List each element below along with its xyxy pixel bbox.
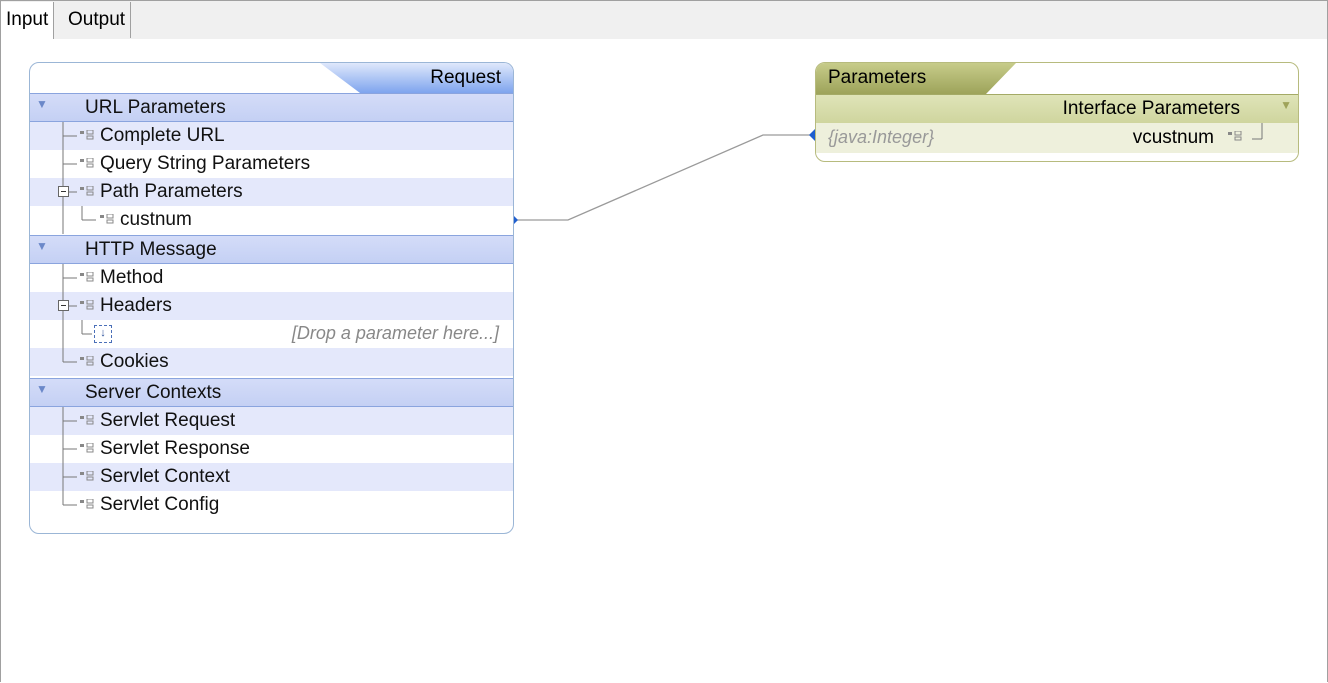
tree-item-query-string-parameters[interactable]: Query String Parameters — [30, 150, 513, 178]
tree-item-label: Complete URL — [100, 125, 225, 146]
node-icon — [80, 158, 94, 168]
tree-item-label: Path Parameters — [100, 181, 243, 202]
tree-item-headers[interactable]: Headers — [30, 292, 513, 320]
tree-item-label: Headers — [100, 295, 172, 316]
parameters-title: Parameters — [828, 67, 927, 88]
node-icon — [80, 499, 94, 509]
parameter-type: {java:Integer} — [828, 127, 935, 147]
request-panel[interactable]: Request ▼ URL Parameters Complete URL Qu… — [29, 62, 514, 534]
section-http-message[interactable]: ▼ HTTP Message — [30, 235, 513, 264]
collapse-arrow-icon[interactable]: ▼ — [36, 382, 48, 396]
tree-item-label: Servlet Request — [100, 410, 236, 431]
drop-target-row[interactable]: ↓ [Drop a parameter here...] — [30, 320, 513, 348]
node-icon — [80, 471, 94, 481]
parameter-name: vcustnum — [1132, 127, 1214, 148]
group-label: Interface Parameters — [1062, 98, 1240, 119]
parameters-panel[interactable]: Parameters Interface Parameters ▼ {java:… — [815, 62, 1299, 162]
collapse-arrow-icon[interactable]: ▼ — [1280, 98, 1292, 112]
tree-item-method[interactable]: Method — [30, 264, 513, 292]
request-title: Request — [430, 67, 501, 88]
tree-item-label: Servlet Config — [100, 494, 220, 515]
drop-hint: [Drop a parameter here...] — [291, 323, 499, 343]
section-label: URL Parameters — [85, 97, 226, 118]
node-icon — [80, 272, 94, 282]
tree-connector — [1252, 123, 1263, 140]
interface-parameters-group[interactable]: Interface Parameters ▼ — [816, 94, 1298, 124]
tree-item-label: Servlet Response — [100, 438, 250, 459]
section-label: Server Contexts — [85, 382, 222, 403]
tree-item-cookies[interactable]: Cookies — [30, 348, 513, 376]
tree-item-servlet-request[interactable]: Servlet Request — [30, 407, 513, 435]
tree-item-servlet-context[interactable]: Servlet Context — [30, 463, 513, 491]
section-label: HTTP Message — [85, 239, 217, 260]
node-icon — [80, 130, 94, 140]
node-icon — [80, 186, 94, 196]
tree-item-label: custnum — [120, 209, 192, 230]
tree-item-complete-url[interactable]: Complete URL — [30, 122, 513, 150]
collapse-arrow-icon[interactable]: ▼ — [36, 239, 48, 253]
tree-item-servlet-response[interactable]: Servlet Response — [30, 435, 513, 463]
tree-item-servlet-config[interactable]: Servlet Config — [30, 491, 513, 519]
section-url-parameters[interactable]: ▼ URL Parameters — [30, 93, 513, 122]
parameter-row-vcustnum[interactable]: {java:Integer} vcustnum — [816, 123, 1298, 153]
drop-parameter-icon[interactable]: ↓ — [94, 325, 112, 343]
tree-item-label: Servlet Context — [100, 466, 230, 487]
node-icon — [80, 356, 94, 366]
tree-item-label: Query String Parameters — [100, 153, 311, 174]
tree-item-label: Method — [100, 267, 164, 288]
tree-item-label: Cookies — [100, 351, 169, 372]
node-icon — [80, 443, 94, 453]
node-icon — [80, 300, 94, 310]
tree-item-path-parameters[interactable]: Path Parameters — [30, 178, 513, 206]
section-server-contexts[interactable]: ▼ Server Contexts — [30, 378, 513, 407]
collapse-arrow-icon[interactable]: ▼ — [36, 97, 48, 111]
tree-item-custnum[interactable]: custnum — [30, 206, 513, 234]
node-icon — [1228, 131, 1242, 141]
collapse-toggle-icon[interactable] — [58, 186, 69, 197]
collapse-toggle-icon[interactable] — [58, 300, 69, 311]
node-icon — [80, 415, 94, 425]
node-icon — [100, 214, 114, 224]
